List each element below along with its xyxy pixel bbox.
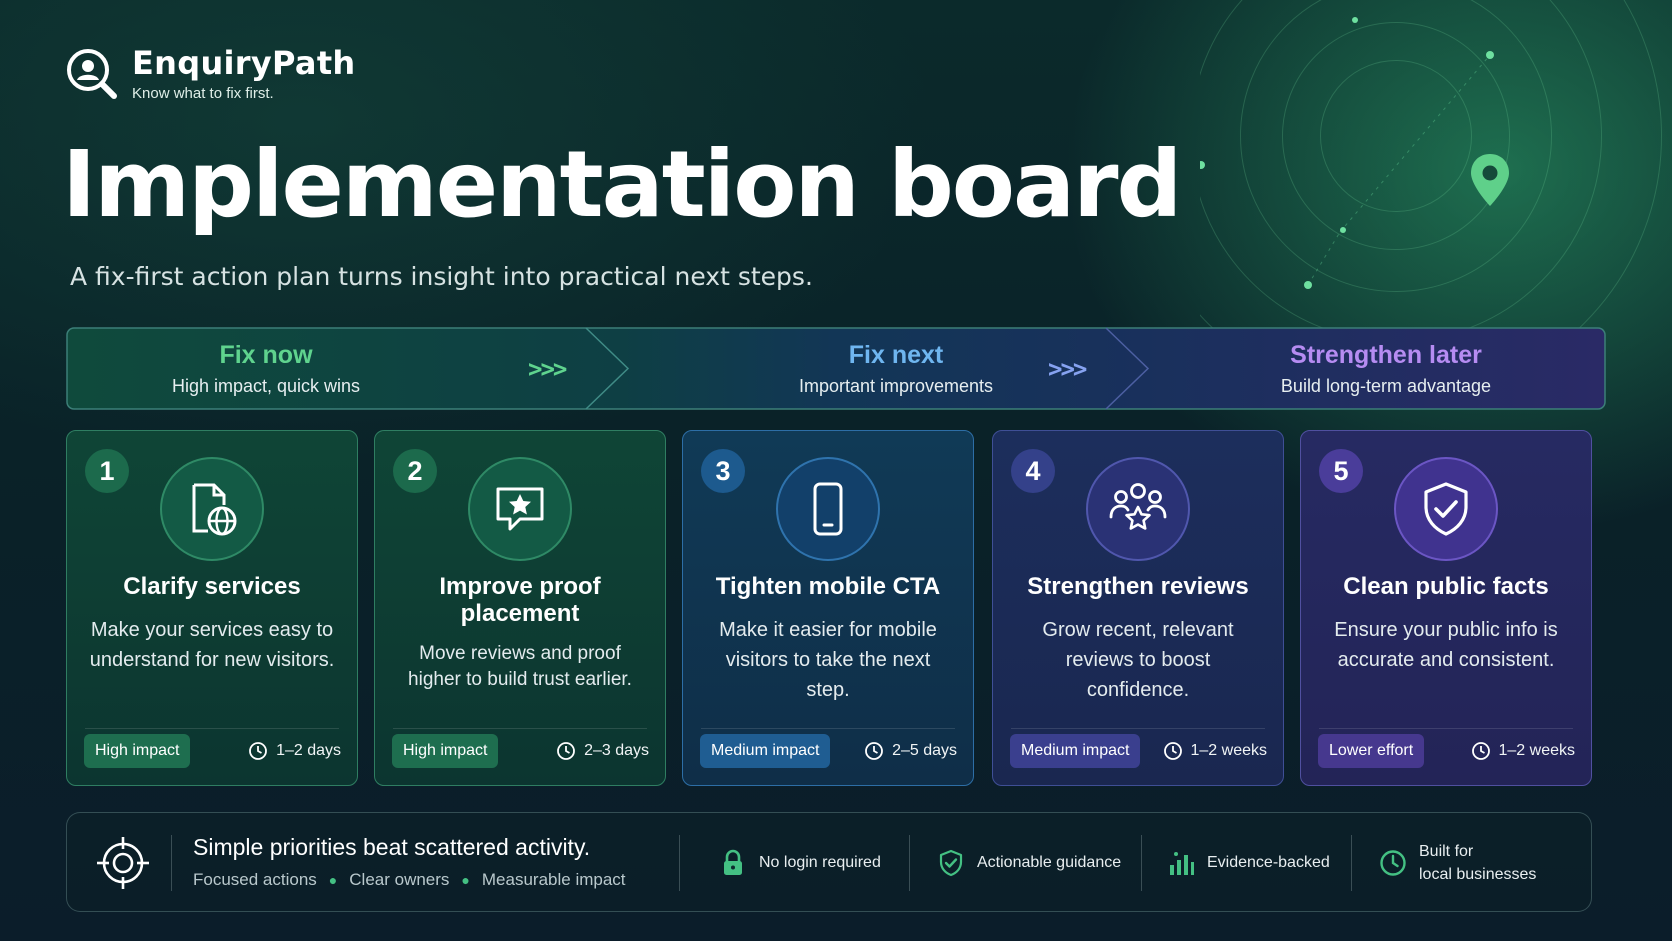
- icon-circle: [776, 457, 880, 561]
- divider: [393, 728, 647, 729]
- bar-chart-icon: [1170, 852, 1194, 875]
- feature-label: Built for local businesses: [1419, 840, 1536, 886]
- web-page-globe-icon: [192, 483, 237, 536]
- divider: [1319, 728, 1573, 729]
- feature-label: Evidence-backed: [1207, 854, 1330, 871]
- footer-points: Focused actions ● Clear owners ● Measura…: [193, 870, 626, 890]
- footer-point: Measurable impact: [481, 870, 626, 889]
- card-description: Make your services easy to understand fo…: [89, 619, 335, 671]
- feature-label-line: local businesses: [1419, 866, 1537, 883]
- divider: [171, 835, 172, 891]
- bullet-dot: ●: [461, 872, 470, 888]
- divider: [909, 835, 910, 891]
- icon-circle: [160, 457, 264, 561]
- icon-circle: [1086, 457, 1190, 561]
- footer-headline: Simple priorities beat scattered activit…: [193, 834, 591, 860]
- clock-icon: [865, 742, 883, 760]
- footer-point: Focused actions: [193, 870, 317, 889]
- duration: 1–2 weeks: [1163, 734, 1268, 768]
- feature-evidence-backed: Evidence-backed: [1167, 835, 1330, 891]
- brand: EnquiryPath Know what to fix first.: [64, 44, 356, 103]
- card-title: Clarify services: [123, 573, 301, 600]
- shield-check-icon: [939, 849, 963, 877]
- divider: [1011, 728, 1265, 729]
- card-description: Move reviews and proof higher to build t…: [408, 643, 632, 690]
- duration-text: 2–5 days: [892, 742, 957, 759]
- footer-banner: Simple priorities beat scattered activit…: [66, 812, 1592, 912]
- action-card[interactable]: 2 Improve proof placement Move reviews a…: [374, 430, 666, 786]
- divider: [1141, 835, 1142, 891]
- action-card[interactable]: 5 Clean public facts Ensure your public …: [1300, 430, 1592, 786]
- people-star-icon: [1109, 483, 1167, 530]
- phase-subtitle: Build long-term advantage: [1280, 376, 1492, 396]
- action-card[interactable]: 4 Strengthen reviews Grow recent, releva…: [992, 430, 1284, 786]
- action-card[interactable]: 1 Clarify services Make your services ea…: [66, 430, 358, 786]
- icon-circle: [1394, 457, 1498, 561]
- location-pin-icon: [1471, 154, 1509, 206]
- card-number: 5: [1319, 449, 1363, 493]
- duration: 1–2 weeks: [1471, 734, 1576, 768]
- star-review-bubble-icon: [496, 487, 544, 531]
- action-card[interactable]: 3 Tighten mobile CTA Make it easier for …: [682, 430, 974, 786]
- card-number: 1: [85, 449, 129, 493]
- card-number: 4: [1011, 449, 1055, 493]
- clock-icon: [1471, 742, 1490, 760]
- card-title: Improve proof placement: [439, 573, 601, 627]
- divider: [679, 835, 680, 891]
- shield-check-icon: [1424, 482, 1468, 536]
- clock-icon: [557, 742, 575, 760]
- chevrons-icon: >>>: [1048, 355, 1087, 383]
- page-subtitle: A fix-first action plan turns insight in…: [70, 262, 813, 291]
- feature-label: No login required: [759, 854, 881, 871]
- duration-text: 1–2 weeks: [1498, 742, 1576, 759]
- phase-bar: Fix now High impact, quick wins >>> Fix …: [66, 327, 1606, 410]
- card-title: Strengthen reviews: [1027, 573, 1249, 600]
- card-title: Clean public facts: [1343, 573, 1549, 600]
- duration-text: 1–2 weeks: [1190, 742, 1268, 759]
- duration: 2–5 days: [864, 734, 957, 768]
- clock-icon: [1380, 850, 1406, 876]
- card-number: 2: [393, 449, 437, 493]
- divider: [85, 728, 339, 729]
- phase-fix-now: Fix now High impact, quick wins: [66, 327, 466, 410]
- impact-badge: Lower effort: [1318, 734, 1425, 768]
- feature-label-line: Built for: [1419, 843, 1474, 860]
- duration: 2–3 days: [556, 734, 649, 768]
- card-title: Tighten mobile CTA: [715, 573, 941, 600]
- impact-badge: Medium impact: [700, 734, 831, 768]
- card-description: Make it easier for mobile visitors to ta…: [719, 619, 937, 701]
- phase-title: Strengthen later: [1290, 341, 1482, 369]
- brand-tagline: Know what to fix first.: [132, 85, 274, 103]
- feature-label: Actionable guidance: [977, 854, 1122, 871]
- clock-icon: [1163, 742, 1182, 760]
- phase-title: Fix now: [219, 341, 313, 369]
- lock-icon: [724, 849, 742, 875]
- target-icon: [97, 837, 149, 889]
- duration-text: 2–3 days: [584, 742, 649, 759]
- card-number: 3: [701, 449, 745, 493]
- brand-logo-icon: [67, 49, 117, 99]
- feature-local-businesses: Built for local businesses: [1379, 835, 1536, 891]
- card-description: Ensure your public info is accurate and …: [1334, 619, 1558, 671]
- duration-text: 1–2 days: [276, 742, 341, 759]
- feature-actionable-guidance: Actionable guidance: [937, 835, 1121, 891]
- brand-name: EnquiryPath: [132, 44, 356, 82]
- footer-point: Clear owners: [349, 870, 450, 889]
- divider: [701, 728, 955, 729]
- mobile-phone-icon: [813, 482, 843, 536]
- divider: [1351, 835, 1352, 891]
- clock-icon: [249, 742, 267, 760]
- feature-no-login: No login required: [719, 835, 881, 891]
- phase-subtitle: High impact, quick wins: [171, 376, 361, 396]
- bullet-dot: ●: [328, 872, 338, 888]
- impact-badge: High impact: [84, 734, 191, 768]
- phase-strengthen-later: Strengthen later Build long-term advanta…: [1171, 327, 1601, 410]
- page-title: Implementation board: [62, 131, 1182, 238]
- card-description: Grow recent, relevant reviews to boost c…: [1042, 619, 1234, 701]
- impact-badge: Medium impact: [1010, 734, 1141, 768]
- chevrons-icon: >>>: [528, 355, 567, 383]
- icon-circle: [468, 457, 572, 561]
- duration: 1–2 days: [248, 734, 341, 768]
- impact-badge: High impact: [392, 734, 499, 768]
